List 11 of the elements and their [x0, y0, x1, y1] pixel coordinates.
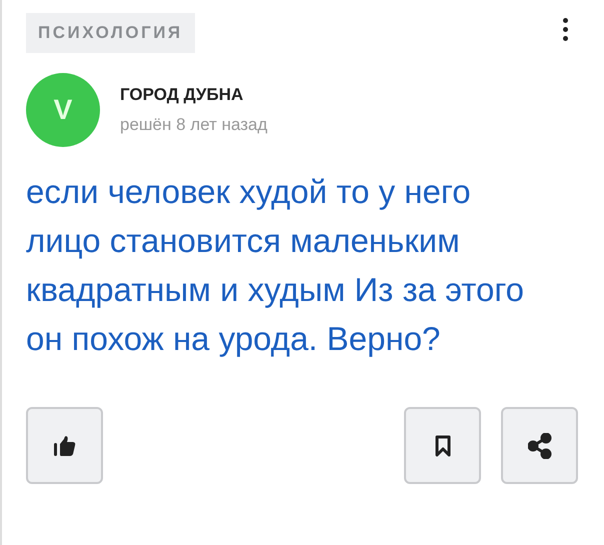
solved-time: решён 8 лет назад [120, 115, 268, 135]
like-button[interactable] [26, 407, 103, 484]
question-text: если человек худой то у него лицо становится маленьким квадратным и худым Из за этого он похож на урода. Верно? [26, 172, 525, 359]
thumbs-up-icon [52, 434, 76, 456]
author-name[interactable]: ГОРОД ДУБНА [120, 85, 268, 105]
share-button[interactable] [501, 407, 578, 484]
more-icon[interactable] [563, 18, 568, 41]
share-icon [528, 432, 552, 458]
author-avatar: V [26, 73, 100, 147]
bookmark-icon [434, 434, 450, 456]
bookmark-button[interactable] [404, 407, 481, 484]
